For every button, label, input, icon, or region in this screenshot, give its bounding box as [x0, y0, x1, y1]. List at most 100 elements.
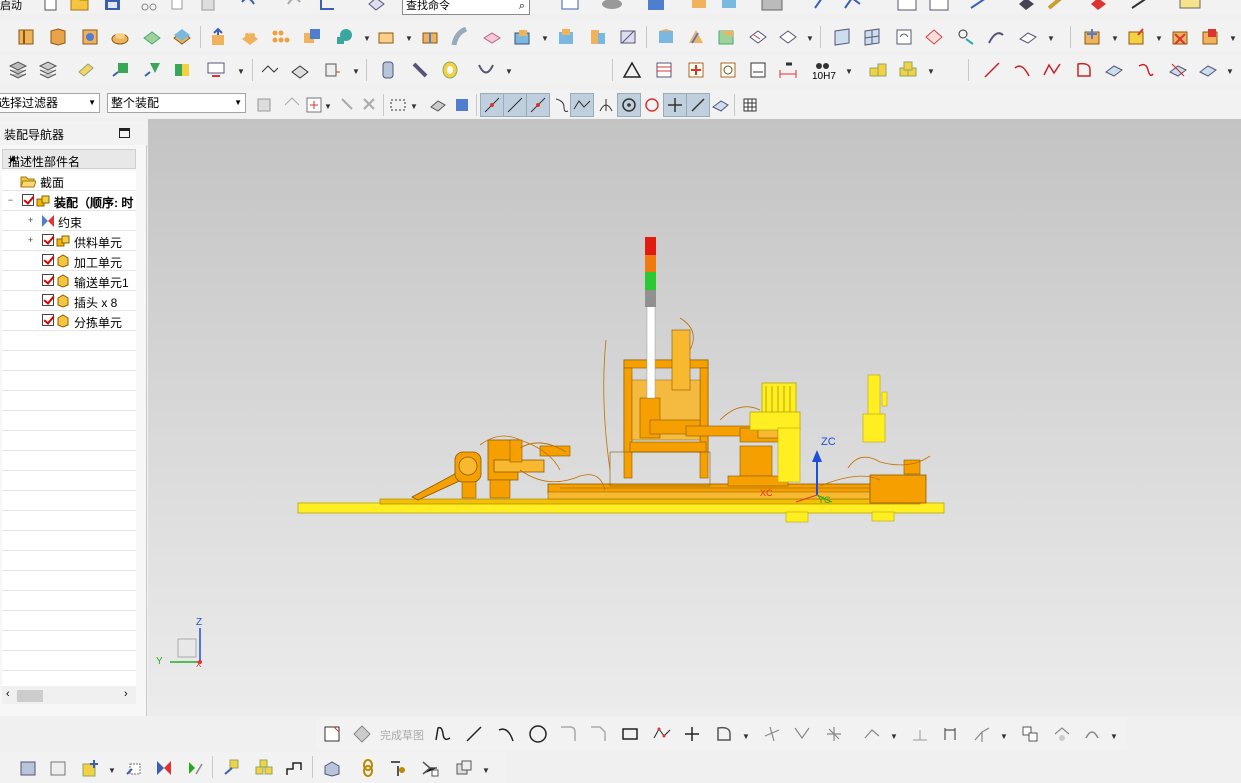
- visibility-checkbox[interactable]: [22, 194, 34, 206]
- extend-sheet-icon[interactable]: [776, 25, 800, 49]
- visibility-checkbox[interactable]: [42, 294, 54, 306]
- redo-icon[interactable]: [284, 0, 304, 12]
- shell-icon[interactable]: [46, 25, 70, 49]
- snap-quadrant-icon[interactable]: [640, 93, 664, 117]
- snap-midpoint-icon[interactable]: [503, 93, 527, 117]
- face-blend-icon[interactable]: [684, 25, 708, 49]
- sheet-surface-icon[interactable]: [1016, 25, 1040, 49]
- save-icon[interactable]: [104, 0, 122, 12]
- update-model-icon[interactable]: [1080, 722, 1104, 746]
- feature-fillet-icon[interactable]: [560, 0, 580, 12]
- eraser-icon[interactable]: [74, 58, 98, 82]
- draft-body-icon[interactable]: [586, 25, 610, 49]
- yellow-cubes-icon[interactable]: [896, 58, 920, 82]
- command-search-input[interactable]: 查找命令 ⌕: [402, 0, 530, 15]
- trim-body-icon[interactable]: [720, 0, 740, 12]
- analysis-icon[interactable]: [1088, 0, 1110, 12]
- open-folder-icon[interactable]: [70, 0, 90, 12]
- groove-icon[interactable]: [238, 25, 262, 49]
- datum-csys-icon[interactable]: [318, 0, 338, 12]
- dimension-tool-icon[interactable]: [776, 58, 800, 82]
- cut-icon[interactable]: [140, 0, 158, 12]
- graphics-viewport[interactable]: ZC XC YC Z Y X: [148, 119, 1241, 716]
- sheet-icon[interactable]: [600, 0, 624, 12]
- scroll-right-icon[interactable]: ›: [124, 688, 128, 700]
- chevron-down-icon[interactable]: ▼: [927, 67, 935, 76]
- image-icon[interactable]: [716, 58, 740, 82]
- finish-sketch-label[interactable]: 完成草图: [380, 727, 424, 743]
- pick-icon[interactable]: [336, 93, 360, 117]
- tree-row-conveyor-unit[interactable]: 输送单元1: [2, 271, 136, 291]
- sketch-arc-icon[interactable]: [494, 722, 518, 746]
- coil-icon[interactable]: [408, 58, 432, 82]
- wave-link-icon[interactable]: [220, 756, 244, 780]
- geometric-constraint-icon[interactable]: [908, 722, 932, 746]
- collapse-icon[interactable]: −: [6, 196, 15, 205]
- chevron-down-icon[interactable]: ▼: [541, 34, 549, 43]
- sweep-along-icon[interactable]: [448, 25, 472, 49]
- edge-blend-icon[interactable]: [654, 25, 678, 49]
- block-icon[interactable]: [646, 0, 668, 12]
- slot-icon[interactable]: [206, 25, 230, 49]
- start-menu-label[interactable]: 启动: [0, 0, 22, 16]
- quick-extend-icon[interactable]: [790, 722, 814, 746]
- through-curves-icon[interactable]: [860, 25, 884, 49]
- scrollbar-thumb[interactable]: [17, 690, 43, 702]
- sketch-polygon-icon[interactable]: [650, 722, 674, 746]
- gray-box-icon[interactable]: [760, 0, 784, 12]
- snap-on-curve-icon[interactable]: [686, 93, 710, 117]
- ruler-panel-icon[interactable]: [1178, 0, 1202, 12]
- sketch-icon[interactable]: [320, 722, 344, 746]
- wrench-icon[interactable]: [1046, 0, 1068, 12]
- move-component-icon[interactable]: [108, 58, 132, 82]
- note-icon[interactable]: [746, 58, 770, 82]
- deformable-part-icon[interactable]: [386, 756, 410, 780]
- undo-icon[interactable]: [238, 0, 262, 12]
- move-assembly-icon[interactable]: [122, 756, 146, 780]
- rapid-dimension-icon[interactable]: [938, 722, 962, 746]
- touch-mode-icon[interactable]: [366, 0, 388, 12]
- shape-icon[interactable]: [332, 25, 356, 49]
- maximize-icon[interactable]: [119, 128, 130, 138]
- chevron-down-icon[interactable]: ▼: [108, 766, 116, 775]
- profile-icon[interactable]: [432, 722, 456, 746]
- visibility-checkbox[interactable]: [42, 314, 54, 326]
- boss-icon[interactable]: [108, 25, 132, 49]
- tree-row-sorting-unit[interactable]: 分拣单元: [2, 311, 136, 331]
- selection-filter-select[interactable]: 选择过滤器 ▼: [0, 93, 100, 113]
- finish-sketch-icon[interactable]: [350, 722, 374, 746]
- bridge-curve-icon[interactable]: [1134, 58, 1158, 82]
- combine-icon[interactable]: [300, 25, 324, 49]
- arc-icon[interactable]: [1010, 58, 1034, 82]
- scope-select[interactable]: 整个装配 ▼: [107, 93, 246, 113]
- select-body-icon[interactable]: [426, 93, 450, 117]
- hole-icon[interactable]: [78, 25, 102, 49]
- mirror-assembly-icon[interactable]: [170, 58, 194, 82]
- snap-point-icon[interactable]: [280, 93, 304, 117]
- snap-control-icon[interactable]: [526, 93, 550, 117]
- sheet-table-icon[interactable]: [928, 0, 950, 12]
- replace-component-icon[interactable]: [1198, 25, 1222, 49]
- quick-trim-icon[interactable]: [760, 722, 784, 746]
- swoop-icon[interactable]: [984, 25, 1008, 49]
- project-curve-icon[interactable]: [320, 58, 344, 82]
- split-body-icon[interactable]: [418, 25, 442, 49]
- sketch-rectangle-icon[interactable]: [618, 722, 642, 746]
- chevron-down-icon[interactable]: ▼: [806, 34, 814, 43]
- sketch-chamfer-icon[interactable]: [586, 722, 610, 746]
- sketch-settings-icon[interactable]: [1018, 722, 1042, 746]
- chamfer-icon[interactable]: [714, 25, 738, 49]
- offset-curve-icon[interactable]: [1102, 58, 1126, 82]
- spring-icon[interactable]: [376, 58, 400, 82]
- thicken-icon[interactable]: [480, 25, 504, 49]
- layer-stack-icon[interactable]: [6, 58, 30, 82]
- mirror-curve-sketch-icon[interactable]: [860, 722, 884, 746]
- trim-icon[interactable]: [374, 25, 398, 49]
- reattach-icon[interactable]: [1050, 722, 1074, 746]
- pocket-icon[interactable]: [140, 25, 164, 49]
- sketch-fillet-icon[interactable]: [556, 722, 580, 746]
- add-existing-icon[interactable]: [78, 756, 102, 780]
- studio-surface-icon[interactable]: [922, 25, 946, 49]
- chevron-down-icon[interactable]: ▼: [1110, 732, 1118, 741]
- cable-link-icon[interactable]: [356, 756, 380, 780]
